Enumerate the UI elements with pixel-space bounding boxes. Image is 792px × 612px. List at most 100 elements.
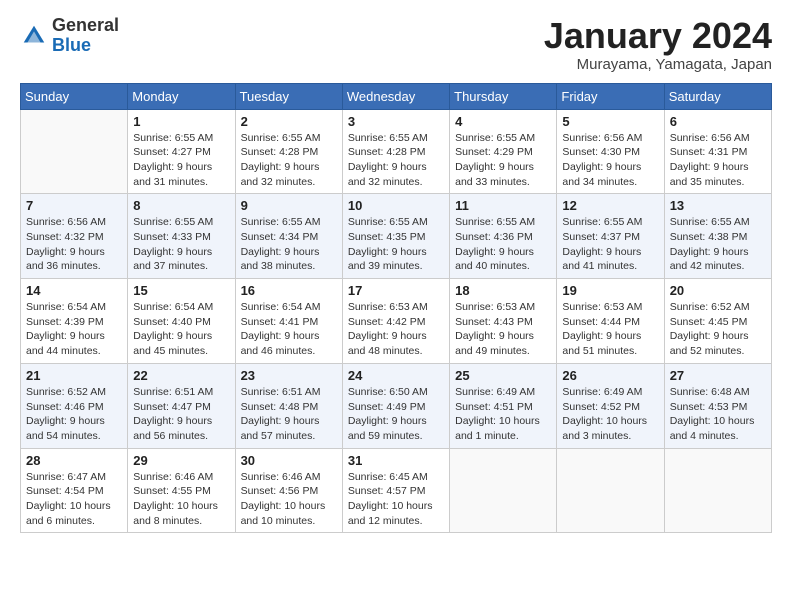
week-row-5: 28Sunrise: 6:47 AMSunset: 4:54 PMDayligh… [21,448,772,533]
calendar-cell: 29 Sunrise: 6:46 AMSunset: 4:55 PMDayligh… [128,448,235,533]
calendar-cell [557,448,664,533]
day-info: Sunrise: 6:51 AMSunset: 4:47 PMDaylight:… [133,385,229,444]
calendar-cell: 16Sunrise: 6:54 AMSunset: 4:41 PMDayligh… [235,279,342,364]
day-number: 20 [670,283,766,298]
calendar-cell [450,448,557,533]
day-info: Sunrise: 6:55 AMSunset: 4:27 PMDaylight:… [133,131,229,190]
calendar-cell: 26Sunrise: 6:49 AMSunset: 4:52 PMDayligh… [557,363,664,448]
day-number: 24 [348,368,444,383]
day-number: 28 [26,453,122,468]
calendar-cell: 27 Sunrise: 6:48 AMSunset: 4:53 PMDayligh… [664,363,771,448]
logo-general-text: General [52,16,119,36]
calendar-cell: 3 Sunrise: 6:55 AMSunset: 4:28 PMDaylight… [342,109,449,194]
day-info: Sunrise: 6:46 AMSunset: 4:56 PMDaylight:… [241,470,337,529]
day-info: Sunrise: 6:45 AMSunset: 4:57 PMDaylight:… [348,470,444,529]
day-info: Sunrise: 6:55 AMSunset: 4:28 PMDaylight:… [348,131,444,190]
calendar-cell: 31 Sunrise: 6:45 AMSunset: 4:57 PMDayligh… [342,448,449,533]
calendar-cell: 11 Sunrise: 6:55 AMSunset: 4:36 PMDayligh… [450,194,557,279]
day-info: Sunrise: 6:50 AMSunset: 4:49 PMDaylight:… [348,385,444,444]
day-number: 23 [241,368,337,383]
calendar-cell: 14Sunrise: 6:54 AMSunset: 4:39 PMDayligh… [21,279,128,364]
day-info: Sunrise: 6:56 AMSunset: 4:31 PMDaylight:… [670,131,766,190]
week-row-1: 1 Sunrise: 6:55 AMSunset: 4:27 PMDaylight… [21,109,772,194]
location: Murayama, Yamagata, Japan [544,56,772,73]
day-number: 7 [26,198,122,213]
day-info: Sunrise: 6:54 AMSunset: 4:40 PMDaylight:… [133,300,229,359]
day-number: 10 [348,198,444,213]
calendar-cell: 13 Sunrise: 6:55 AMSunset: 4:38 PMDayligh… [664,194,771,279]
calendar-cell: 12 Sunrise: 6:55 AMSunset: 4:37 PMDayligh… [557,194,664,279]
day-info: Sunrise: 6:52 AMSunset: 4:46 PMDaylight:… [26,385,122,444]
day-header-thursday: Thursday [450,83,557,109]
day-number: 5 [562,114,658,129]
calendar-cell: 6 Sunrise: 6:56 AMSunset: 4:31 PMDaylight… [664,109,771,194]
day-number: 1 [133,114,229,129]
day-number: 13 [670,198,766,213]
day-info: Sunrise: 6:55 AMSunset: 4:37 PMDaylight:… [562,215,658,274]
calendar-cell: 8 Sunrise: 6:55 AMSunset: 4:33 PMDaylight… [128,194,235,279]
day-number: 25 [455,368,551,383]
day-number: 6 [670,114,766,129]
calendar-cell: 5 Sunrise: 6:56 AMSunset: 4:30 PMDaylight… [557,109,664,194]
day-number: 3 [348,114,444,129]
day-info: Sunrise: 6:49 AMSunset: 4:51 PMDaylight:… [455,385,551,444]
day-info: Sunrise: 6:55 AMSunset: 4:33 PMDaylight:… [133,215,229,274]
calendar: SundayMondayTuesdayWednesdayThursdayFrid… [20,83,772,534]
week-row-4: 21 Sunrise: 6:52 AMSunset: 4:46 PMDayligh… [21,363,772,448]
day-number: 16 [241,283,337,298]
day-number: 21 [26,368,122,383]
calendar-cell: 15 Sunrise: 6:54 AMSunset: 4:40 PMDayligh… [128,279,235,364]
day-info: Sunrise: 6:53 AMSunset: 4:42 PMDaylight:… [348,300,444,359]
day-number: 29 [133,453,229,468]
day-number: 11 [455,198,551,213]
calendar-cell: 1 Sunrise: 6:55 AMSunset: 4:27 PMDaylight… [128,109,235,194]
day-info: Sunrise: 6:48 AMSunset: 4:53 PMDaylight:… [670,385,766,444]
day-number: 22 [133,368,229,383]
day-number: 12 [562,198,658,213]
day-info: Sunrise: 6:56 AMSunset: 4:30 PMDaylight:… [562,131,658,190]
day-info: Sunrise: 6:55 AMSunset: 4:35 PMDaylight:… [348,215,444,274]
logo-icon [20,22,48,50]
day-number: 27 [670,368,766,383]
title-block: January 2024 Murayama, Yamagata, Japan [544,16,772,73]
day-number: 8 [133,198,229,213]
calendar-cell: 4Sunrise: 6:55 AMSunset: 4:29 PMDaylight… [450,109,557,194]
day-info: Sunrise: 6:55 AMSunset: 4:36 PMDaylight:… [455,215,551,274]
day-header-sunday: Sunday [21,83,128,109]
header: General Blue January 2024 Murayama, Yama… [20,16,772,73]
calendar-cell: 23Sunrise: 6:51 AMSunset: 4:48 PMDayligh… [235,363,342,448]
day-info: Sunrise: 6:55 AMSunset: 4:28 PMDaylight:… [241,131,337,190]
day-header-tuesday: Tuesday [235,83,342,109]
calendar-cell: 2Sunrise: 6:55 AMSunset: 4:28 PMDaylight… [235,109,342,194]
day-header-wednesday: Wednesday [342,83,449,109]
day-number: 31 [348,453,444,468]
week-row-2: 7 Sunrise: 6:56 AMSunset: 4:32 PMDaylight… [21,194,772,279]
day-number: 14 [26,283,122,298]
calendar-cell: 19 Sunrise: 6:53 AMSunset: 4:44 PMDayligh… [557,279,664,364]
day-number: 19 [562,283,658,298]
day-header-saturday: Saturday [664,83,771,109]
logo: General Blue [20,16,119,56]
day-info: Sunrise: 6:55 AMSunset: 4:38 PMDaylight:… [670,215,766,274]
calendar-cell: 30Sunrise: 6:46 AMSunset: 4:56 PMDayligh… [235,448,342,533]
day-header-monday: Monday [128,83,235,109]
day-info: Sunrise: 6:52 AMSunset: 4:45 PMDaylight:… [670,300,766,359]
calendar-cell: 18Sunrise: 6:53 AMSunset: 4:43 PMDayligh… [450,279,557,364]
day-info: Sunrise: 6:53 AMSunset: 4:44 PMDaylight:… [562,300,658,359]
day-info: Sunrise: 6:55 AMSunset: 4:29 PMDaylight:… [455,131,551,190]
day-number: 9 [241,198,337,213]
day-info: Sunrise: 6:56 AMSunset: 4:32 PMDaylight:… [26,215,122,274]
header-row: SundayMondayTuesdayWednesdayThursdayFrid… [21,83,772,109]
day-number: 15 [133,283,229,298]
calendar-cell [664,448,771,533]
calendar-cell: 10 Sunrise: 6:55 AMSunset: 4:35 PMDayligh… [342,194,449,279]
day-info: Sunrise: 6:46 AMSunset: 4:55 PMDaylight:… [133,470,229,529]
month-year: January 2024 [544,16,772,56]
day-info: Sunrise: 6:53 AMSunset: 4:43 PMDaylight:… [455,300,551,359]
calendar-cell: 17 Sunrise: 6:53 AMSunset: 4:42 PMDayligh… [342,279,449,364]
calendar-cell: 28Sunrise: 6:47 AMSunset: 4:54 PMDayligh… [21,448,128,533]
day-number: 17 [348,283,444,298]
calendar-cell: 25 Sunrise: 6:49 AMSunset: 4:51 PMDayligh… [450,363,557,448]
day-info: Sunrise: 6:55 AMSunset: 4:34 PMDaylight:… [241,215,337,274]
calendar-cell: 20 Sunrise: 6:52 AMSunset: 4:45 PMDayligh… [664,279,771,364]
